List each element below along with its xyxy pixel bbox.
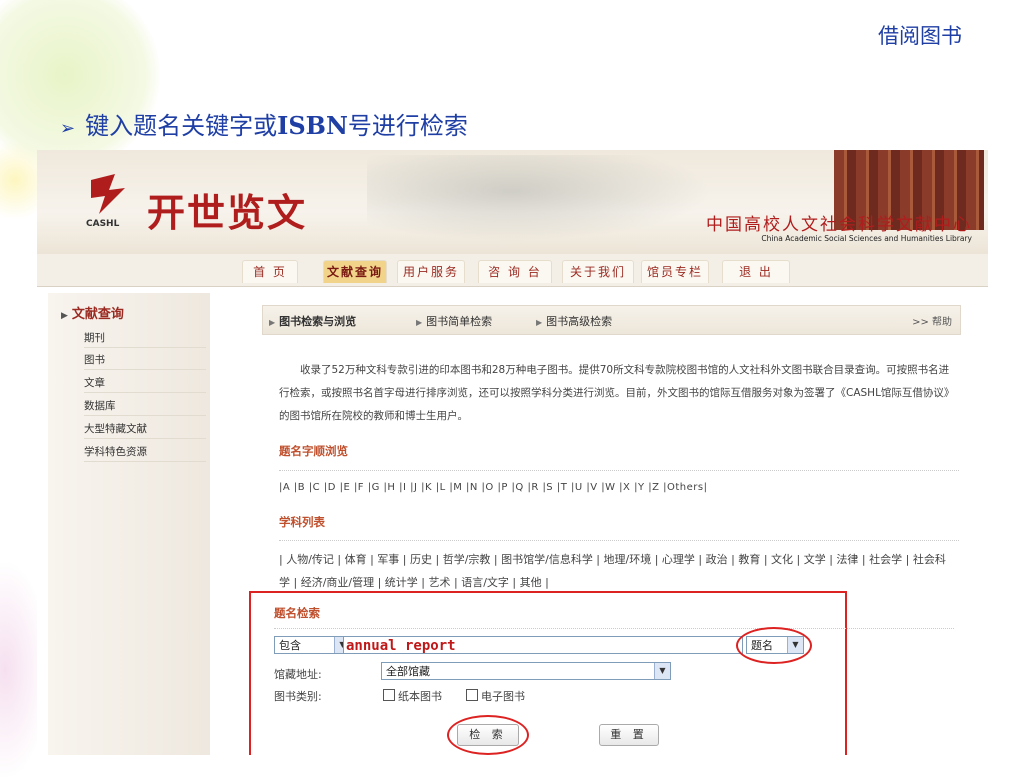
- search-form-heading: 题名检索: [274, 606, 320, 620]
- institution-name-cn: 中国高校人文社会科学文献中心: [706, 215, 972, 235]
- location-select[interactable]: 全部馆藏 ▼: [381, 662, 671, 680]
- sidebar-item-databases[interactable]: 数据库: [84, 398, 206, 416]
- decor-circle-green: [0, 0, 160, 170]
- chevron-down-icon: ▼: [654, 663, 670, 679]
- match-mode-select[interactable]: 包含 ▼: [274, 636, 351, 654]
- checkbox-print-books[interactable]: 纸本图书: [383, 688, 442, 704]
- main-nav: 首 页 文献查询 用户服务 咨 询 台 关于我们 馆员专栏 退 出: [37, 254, 988, 287]
- location-label: 馆藏地址:: [274, 668, 322, 681]
- nav-home[interactable]: 首 页: [242, 260, 298, 283]
- nav-literature-search[interactable]: 文献查询: [323, 260, 387, 283]
- checkbox-icon: [466, 689, 478, 701]
- search-button-highlight: [447, 715, 529, 755]
- triangle-right-icon: ▶: [269, 318, 276, 327]
- nav-logout[interactable]: 退 出: [722, 260, 790, 283]
- triangle-right-icon: ▶: [416, 318, 423, 327]
- checkbox-print-label: 纸本图书: [398, 690, 442, 703]
- help-link[interactable]: >> 帮助: [912, 313, 952, 328]
- tab-browse-label: 图书检索与浏览: [279, 315, 357, 328]
- tab-browse[interactable]: ▶ 图书检索与浏览: [269, 313, 356, 329]
- search-input[interactable]: annual report: [343, 636, 743, 654]
- nav-user-service[interactable]: 用户服务: [397, 260, 465, 283]
- divider: [279, 540, 959, 541]
- slide-corner-title: 借阅图书: [878, 24, 962, 48]
- slide-heading: ➢ 键入题名关键字或ISBN号进行检索: [60, 106, 468, 141]
- sidebar-item-special-collections[interactable]: 大型特藏文献: [84, 421, 206, 439]
- browser-screenshot: CASHL 开世览文 中国高校人文社会科学文献中心 China Academic…: [37, 150, 988, 755]
- tab-advanced-search-label: 图书高级检索: [546, 315, 613, 328]
- checkbox-ebooks[interactable]: 电子图书: [466, 688, 525, 704]
- reset-button[interactable]: 重 置: [599, 724, 659, 746]
- bullet-arrow-icon: ➢: [60, 118, 76, 139]
- letter-index[interactable]: |A |B |C |D |E |F |G |H |I |J |K |L |M |…: [279, 482, 707, 493]
- title-browse-heading: 题名字顺浏览: [279, 444, 348, 458]
- casl-logo-icon: [91, 174, 125, 214]
- field-select-highlight: [736, 627, 812, 664]
- sidebar-item-articles[interactable]: 文章: [84, 375, 206, 393]
- tab-simple-search[interactable]: ▶ 图书简单检索: [416, 313, 492, 329]
- checkbox-icon: [383, 689, 395, 701]
- tab-advanced-search[interactable]: ▶ 图书高级检索: [536, 313, 612, 329]
- nav-help-desk[interactable]: 咨 询 台: [478, 260, 552, 283]
- triangle-right-icon: ▶: [536, 318, 543, 327]
- book-type-label: 图书类别:: [274, 690, 322, 703]
- match-mode-value: 包含: [279, 639, 301, 652]
- heading-bold: ISBN: [277, 111, 348, 140]
- checkbox-ebook-label: 电子图书: [481, 690, 525, 703]
- logo-name: 开世览文: [147, 190, 308, 235]
- site-banner: CASHL 开世览文 中国高校人文社会科学文献中心 China Academic…: [37, 150, 988, 254]
- logo-sub: CASHL: [86, 219, 120, 229]
- intro-paragraph: 收录了52万种文科专款引进的印本图书和28万种电子图书。提供70所文科专款院校图…: [279, 364, 950, 422]
- divider: [274, 628, 954, 629]
- tab-simple-search-label: 图书简单检索: [426, 315, 493, 328]
- subject-list-heading: 学科列表: [279, 515, 325, 529]
- subject-list[interactable]: | 人物/传记 | 体育 | 军事 | 历史 | 哲学/宗教 | 图书馆学/信息…: [279, 548, 954, 594]
- institution-name-en: China Academic Social Sciences and Human…: [761, 234, 972, 243]
- sidebar-item-books[interactable]: 图书: [84, 352, 206, 370]
- sidebar-heading: 文献查询: [61, 303, 124, 322]
- divider: [279, 470, 959, 471]
- search-tabs: ▶ 图书检索与浏览 ▶ 图书简单检索 ▶ 图书高级检索 >> 帮助: [262, 305, 961, 335]
- sidebar-item-journals[interactable]: 期刊: [84, 330, 206, 348]
- heading-prefix: 键入题名关键字或: [85, 112, 278, 140]
- nav-about-us[interactable]: 关于我们: [562, 260, 634, 283]
- sidebar-item-subject-resources[interactable]: 学科特色资源: [84, 444, 206, 462]
- heading-suffix: 号进行检索: [347, 112, 468, 140]
- location-value: 全部馆藏: [386, 665, 430, 678]
- nav-librarian-column[interactable]: 馆员专栏: [641, 260, 709, 283]
